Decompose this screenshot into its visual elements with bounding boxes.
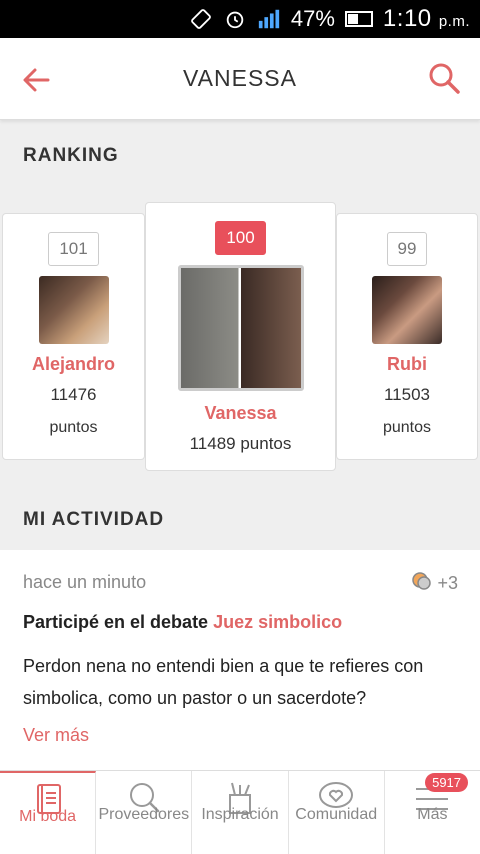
ranking-score: 11476 [50,385,97,404]
page-title: VANESSA [183,65,297,91]
nav-inspiracion[interactable]: Inspiración [192,771,289,854]
bottom-nav: Mi boda Proveedores Inspiración Comunida… [0,770,480,854]
nav-comunidad[interactable]: Comunidad [289,771,385,854]
status-bar: 47% 1:10 p.m. [0,0,480,38]
clock: 1:10 p.m. [382,5,470,32]
notification-badge: 5917 [425,773,469,792]
ranking-name: Vanessa [204,403,277,423]
search-icon[interactable] [426,60,462,96]
debate-link[interactable]: Juez simbolico [213,612,342,632]
activity-time: hace un minuto [23,572,147,592]
app-bar: VANESSA [0,38,480,120]
activity-headline: Participé en el debate Juez simbolico [23,612,343,632]
network-signal-icon [257,7,281,31]
nav-mas[interactable]: 5917 Más [385,771,480,854]
battery-icon [344,11,373,27]
nav-mi-boda[interactable]: Mi boda [0,771,97,854]
ranking-section-title: RANKING [23,145,119,166]
rank-badge: 100 [215,221,266,255]
alarm-icon [223,7,247,31]
avatar [372,276,442,344]
avatar [177,265,304,391]
ranking-points-label: puntos [49,419,98,436]
rank-badge: 101 [48,232,99,266]
ranking-points-label: puntos [382,419,432,436]
reaction-icon [411,570,433,597]
ranking-card-rubi[interactable]: 99 Rubi 11503 puntos [336,213,478,460]
ranking-name: Alejandro [31,354,115,374]
activity-body: Perdon nena no entendi bien a que te ref… [23,656,424,708]
ranking-score: 11489 puntos [189,434,292,453]
nav-proveedores[interactable]: Proveedores [96,771,193,854]
activity-card: hace un minuto +3 Participé en el debate… [0,550,480,770]
rotate-icon [189,7,213,31]
ranking-card-vanessa[interactable]: 100 Vanessa 11489 puntos [145,202,336,471]
see-more-link[interactable]: Ver más [23,725,89,746]
activity-section-title: MI ACTIVIDAD [23,509,165,530]
ranking-score: 11503 [383,385,430,404]
avatar [38,276,109,344]
ranking-name: Rubi [387,354,427,374]
battery-percent: 47% [290,6,335,31]
arrow-left-icon[interactable] [18,62,54,98]
likes-counter[interactable]: +3 [411,570,458,597]
ranking-card-alejandro[interactable]: 101 Alejandro 11476 puntos [2,213,145,460]
rank-badge: 99 [386,232,428,266]
